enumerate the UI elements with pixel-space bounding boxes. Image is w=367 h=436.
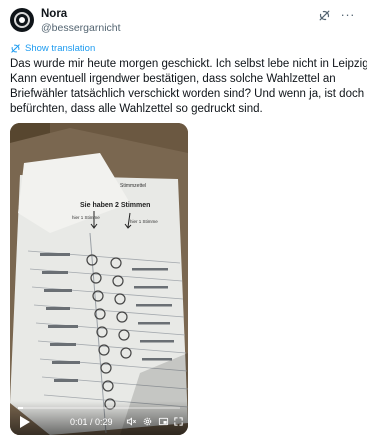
video-player[interactable]: Stimmzettel Sie haben 2 Stimmen hier 1 S… — [10, 123, 188, 435]
ballot-title: Stimmzettel — [120, 183, 146, 189]
ballot-second-vote: hier 1 Stimme — [130, 219, 158, 224]
show-translation-link[interactable]: Show translation — [10, 42, 95, 55]
avatar[interactable] — [10, 8, 34, 32]
video-progress-fill — [18, 407, 23, 409]
ballot-headline: Sie haben 2 Stimmen — [80, 202, 150, 209]
fullscreen-icon[interactable] — [173, 416, 184, 427]
pip-icon[interactable] — [158, 416, 169, 427]
tweet-header: Nora @bessergarnicht ··· — [10, 6, 357, 36]
video-controls: 0:01 / 0:29 — [10, 401, 188, 435]
tweet-text: Das wurde mir heute morgen geschickt. Ic… — [10, 57, 367, 117]
ballot-first-vote: hier 1 Stimme — [72, 215, 100, 220]
author-handle[interactable]: @bessergarnicht — [41, 22, 121, 34]
volume-icon[interactable] — [126, 416, 137, 427]
more-icon[interactable]: ··· — [341, 7, 356, 22]
tweet-line: befürchten, dass alle Wahlzettel so gedr… — [10, 103, 263, 115]
tweet-line: Kann eventuell irgendwer bestätigen, das… — [10, 73, 336, 85]
play-icon[interactable] — [19, 415, 31, 429]
translate-icon — [11, 44, 20, 53]
show-translation-label: Show translation — [25, 43, 96, 54]
video-frame: Stimmzettel Sie haben 2 Stimmen hier 1 S… — [10, 123, 188, 435]
tweet-line: Das wurde mir heute morgen geschickt. Ic… — [10, 58, 367, 70]
grok-icon[interactable] — [318, 9, 331, 22]
video-progress-bar[interactable] — [18, 407, 180, 409]
author-name[interactable]: Nora — [41, 8, 67, 20]
avatar-mark — [19, 17, 25, 23]
settings-icon[interactable] — [142, 416, 153, 427]
video-time: 0:01 / 0:29 — [70, 417, 113, 427]
tweet-line: Briefwähler tatsächlich verschickt worde… — [10, 88, 367, 100]
